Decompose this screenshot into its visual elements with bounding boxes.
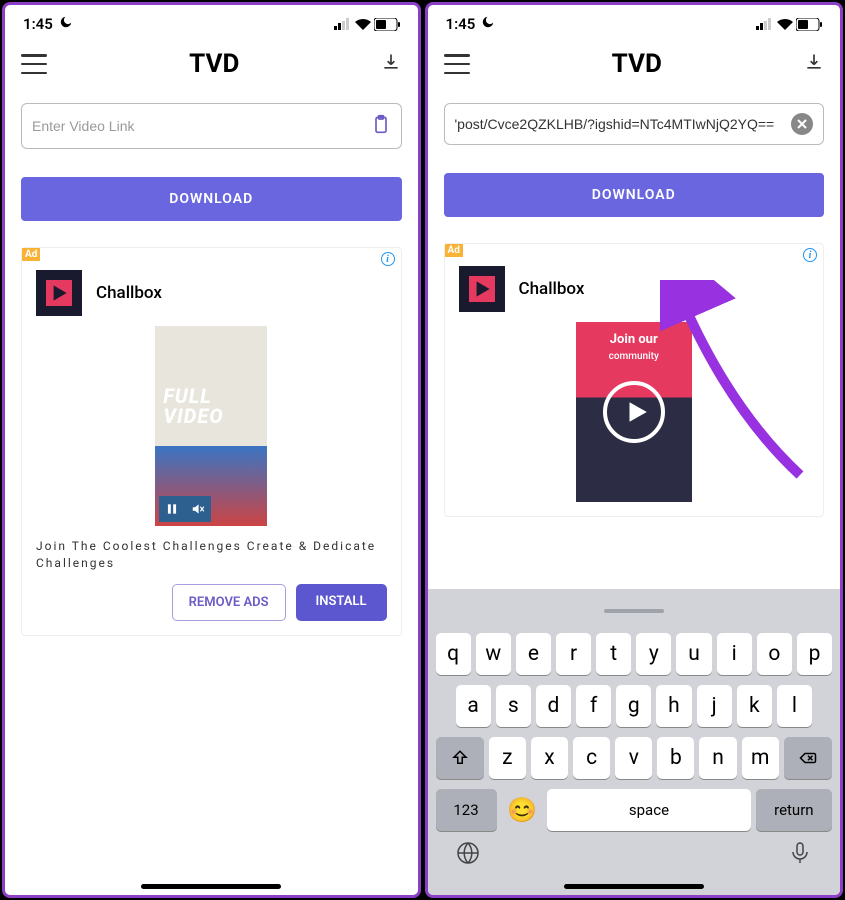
key-b[interactable]: b [657,737,694,779]
ad-logo-icon [36,270,82,316]
key-g[interactable]: g [616,685,651,727]
key-x[interactable]: x [531,737,568,779]
key-f[interactable]: f [576,685,611,727]
ad-logo-icon [459,266,505,312]
screen-right: 1:45 TVD DOWNLOAD Ad i [425,2,844,898]
video-link-input-row[interactable] [21,103,402,149]
downloads-icon[interactable] [804,52,824,76]
key-m[interactable]: m [742,737,779,779]
keyboard-row1: q w e r t y u i o p [432,633,837,675]
video-link-input[interactable] [32,118,371,134]
key-q[interactable]: q [436,633,471,675]
status-time: 1:45 [446,15,476,33]
key-d[interactable]: d [536,685,571,727]
key-space[interactable]: space [547,789,750,831]
keyboard-row4: 123 😊 space return [432,789,837,831]
keyboard-suggestion-bar [432,595,837,627]
key-o[interactable]: o [757,633,792,675]
ad-info-icon[interactable]: i [381,252,395,266]
status-time: 1:45 [23,15,53,33]
ad-badge: Ad [445,244,463,257]
keyboard-row2: a s d f g h j k l [432,685,837,727]
key-e[interactable]: e [516,633,551,675]
ad-card: Ad i Challbox Join ourcommunity [444,243,825,517]
status-icons [756,18,822,31]
key-123[interactable]: 123 [436,789,497,831]
key-s[interactable]: s [496,685,531,727]
downloads-icon[interactable] [381,52,401,76]
home-indicator[interactable] [564,884,704,889]
video-link-input-row[interactable] [444,103,825,145]
ad-video[interactable]: FULLVIDEO [155,326,267,526]
status-bar: 1:45 [428,5,841,37]
key-emoji[interactable]: 😊 [502,789,543,831]
key-a[interactable]: a [456,685,491,727]
key-v[interactable]: v [615,737,652,779]
install-button[interactable]: INSTALL [296,584,387,621]
focus-moon-icon [59,15,73,33]
key-shift[interactable] [436,737,484,779]
download-button[interactable]: DOWNLOAD [444,173,825,217]
key-l[interactable]: l [777,685,812,727]
key-backspace[interactable] [784,737,832,779]
menu-icon[interactable] [444,54,470,74]
key-w[interactable]: w [476,633,511,675]
key-y[interactable]: y [636,633,671,675]
key-k[interactable]: k [737,685,772,727]
key-i[interactable]: i [717,633,752,675]
ad-video[interactable]: Join ourcommunity [576,322,692,502]
ad-info-icon[interactable]: i [803,248,817,262]
status-bar: 1:45 [5,5,418,37]
key-n[interactable]: n [699,737,736,779]
page-title: TVD [189,49,239,79]
play-icon[interactable] [603,381,665,443]
key-j[interactable]: j [697,685,732,727]
download-button[interactable]: DOWNLOAD [21,177,402,221]
menu-icon[interactable] [21,54,47,74]
home-indicator[interactable] [141,884,281,889]
pause-icon[interactable] [159,496,185,522]
globe-icon[interactable] [456,841,480,869]
ad-card: Ad i Challbox FULLVIDEO Join The Coolest… [21,247,402,636]
key-r[interactable]: r [556,633,591,675]
clear-input-icon[interactable] [791,113,813,135]
mic-icon[interactable] [788,841,812,869]
key-c[interactable]: c [573,737,610,779]
top-nav: TVD [428,37,841,85]
video-link-input[interactable] [455,116,792,132]
remove-ads-button[interactable]: REMOVE ADS [172,584,286,621]
keyboard-row3: z x c v b n m [432,737,837,779]
clipboard-icon[interactable] [371,113,391,139]
page-title: TVD [612,49,662,79]
key-h[interactable]: h [656,685,691,727]
screen-left: 1:45 TVD DOWNLOAD Ad i [2,2,421,898]
key-z[interactable]: z [489,737,526,779]
ad-name: Challbox [519,279,585,299]
ad-name: Challbox [96,283,162,303]
keyboard: q w e r t y u i o p a s d f g h j k l z … [428,589,841,895]
mute-icon[interactable] [185,496,211,522]
key-u[interactable]: u [676,633,711,675]
focus-moon-icon [481,15,495,33]
key-t[interactable]: t [596,633,631,675]
ad-description: Join The Coolest Challenges Create & Ded… [36,538,387,572]
key-p[interactable]: p [797,633,832,675]
top-nav: TVD [5,37,418,85]
status-icons [334,18,400,31]
key-return[interactable]: return [756,789,832,831]
ad-badge: Ad [22,248,40,261]
